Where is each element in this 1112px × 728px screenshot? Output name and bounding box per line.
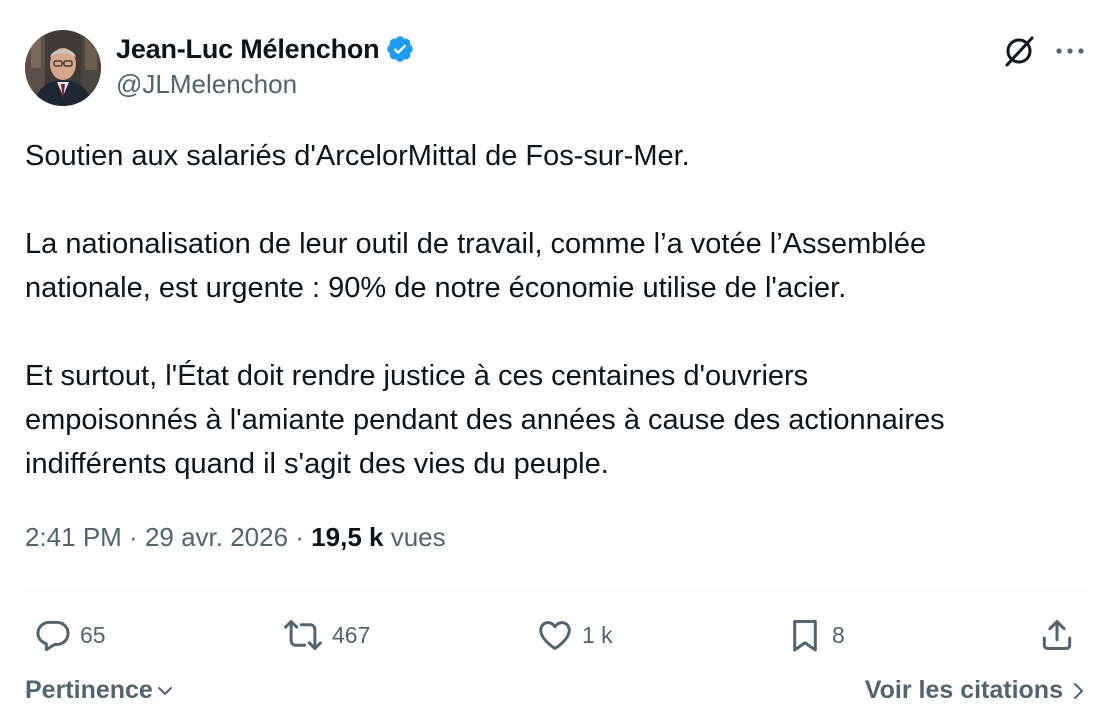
chevron-right-icon [1069, 680, 1087, 702]
like-icon [536, 616, 574, 654]
view-quotes-link[interactable]: Voir les citations [865, 676, 1087, 705]
repost-icon [282, 616, 324, 654]
views-count: 19,5 k [311, 522, 384, 552]
tweet-paragraph: Et surtout, l'État doit rendre justice à… [25, 360, 945, 480]
grok-button[interactable] [1000, 32, 1038, 70]
reply-count: 65 [80, 621, 106, 648]
bookmark-button[interactable]: 8 [786, 612, 845, 658]
sort-label: Pertinence [25, 676, 153, 704]
quotes-label: Voir les citations [864, 676, 1063, 704]
more-icon [1056, 48, 1084, 54]
chevron-down-icon [155, 681, 175, 701]
tweet-text: Soutien aux salariés d'ArcelorMittal de … [25, 134, 1095, 486]
views-label: vues [390, 522, 446, 552]
meta-separator: · [288, 522, 312, 552]
bookmark-count: 8 [832, 621, 845, 648]
name-row: Jean-Luc Mélenchon [116, 32, 415, 66]
avatar-image [25, 30, 101, 106]
author-block: Jean-Luc Mélenchon @JLMelenchon [116, 32, 415, 100]
tweet-time[interactable]: 2:41 PM [25, 522, 122, 552]
divider [25, 590, 1087, 591]
repost-count: 467 [332, 621, 371, 648]
author-name[interactable]: Jean-Luc Mélenchon [116, 34, 380, 65]
tweet-paragraph: La nationalisation de leur outil de trav… [25, 228, 927, 304]
tweet-date[interactable]: 29 avr. 2026 [145, 522, 288, 552]
more-button[interactable] [1050, 32, 1090, 70]
tweet-meta: 2:41 PM · 29 avr. 2026 · 19,5 k vues [25, 522, 446, 553]
bookmark-icon [786, 616, 824, 654]
like-count: 1 k [582, 621, 613, 648]
verified-badge-icon[interactable] [385, 34, 415, 64]
tweet: Jean-Luc Mélenchon @JLMelenchon Soutien … [0, 0, 1112, 728]
tweet-paragraph: Soutien aux salariés d'ArcelorMittal de … [25, 140, 690, 172]
reply-icon [34, 616, 72, 654]
share-button[interactable] [1038, 612, 1076, 658]
like-button[interactable]: 1 k [536, 612, 613, 658]
reply-button[interactable]: 65 [34, 612, 106, 658]
grok-icon [1005, 36, 1034, 67]
action-bar: 65 467 1 k 8 [0, 612, 1112, 658]
repost-button[interactable]: 467 [282, 612, 370, 658]
avatar[interactable] [25, 30, 101, 106]
share-icon [1038, 616, 1076, 654]
sort-dropdown[interactable]: Pertinence [25, 676, 175, 705]
meta-separator: · [121, 522, 145, 552]
author-handle[interactable]: @JLMelenchon [116, 69, 415, 100]
replies-footer: Pertinence Voir les citations [25, 676, 1087, 712]
